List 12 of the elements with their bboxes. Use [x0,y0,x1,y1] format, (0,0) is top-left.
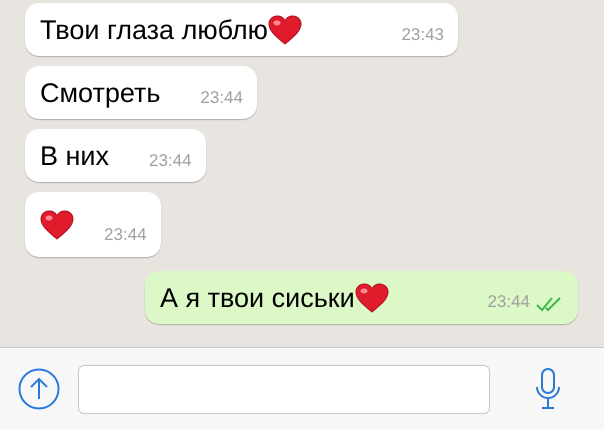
message-time: 23:44 [487,291,530,313]
message-time: 23:44 [200,86,243,108]
message-time: 23:43 [401,24,444,46]
message-time: 23:44 [149,150,192,172]
microphone-icon[interactable] [534,367,562,411]
message-text: Твои глаза люблю [40,14,268,47]
message-input-field[interactable] [78,364,490,414]
message-text: Смотреть [40,77,160,110]
message-text: А я твои сиськи [160,282,355,314]
upload-icon[interactable] [18,368,60,410]
message-text: В них [40,140,110,173]
message-time: 23:44 [104,224,147,246]
